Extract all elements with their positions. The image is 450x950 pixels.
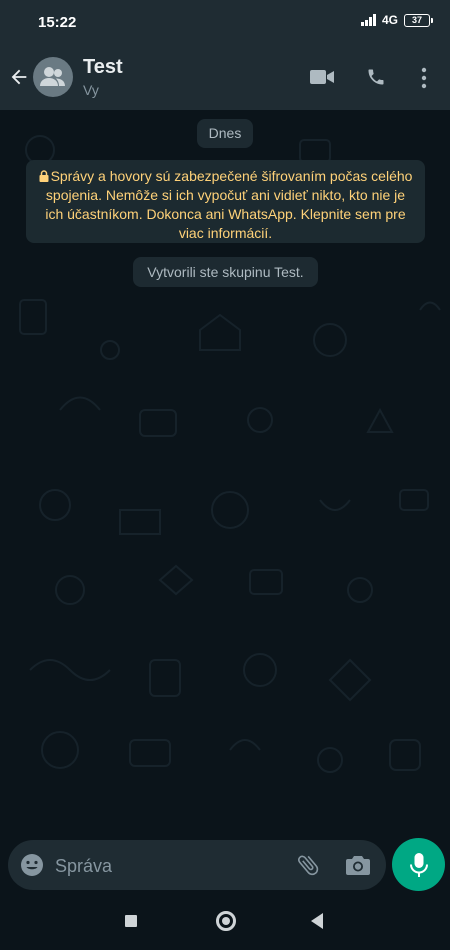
battery-level: 37	[411, 14, 422, 25]
status-indicators: 4G 37	[361, 13, 433, 27]
mic-icon	[410, 853, 428, 877]
chat-subtitle[interactable]: Vy	[83, 82, 99, 98]
system-navigation-bar	[0, 898, 450, 950]
battery-icon: 37	[404, 13, 433, 27]
group-avatar[interactable]	[33, 57, 73, 97]
status-time: 15:22	[38, 14, 77, 31]
lock-icon	[39, 170, 49, 182]
back-triangle-icon[interactable]	[311, 913, 323, 929]
date-separator: Dnes	[197, 119, 253, 148]
more-vertical-icon[interactable]	[419, 67, 429, 89]
chat-header: Test Vy	[0, 44, 450, 110]
message-composer	[8, 840, 386, 890]
signal-icon	[361, 14, 376, 26]
voice-message-button[interactable]	[392, 838, 445, 891]
home-icon[interactable]	[216, 911, 236, 931]
message-input[interactable]	[53, 850, 287, 882]
emoji-icon[interactable]	[20, 853, 44, 877]
status-bar: 15:22 4G 37	[0, 0, 450, 44]
chat-title[interactable]: Test	[83, 56, 123, 79]
whatsapp-chat-screen: 15:22 4G 37 Test Vy Dnes Správy a hovory…	[0, 0, 450, 950]
network-type: 4G	[381, 13, 398, 27]
group-avatar-icon	[40, 67, 65, 86]
attach-icon[interactable]	[295, 852, 321, 878]
system-message: Vytvorili ste skupinu Test.	[133, 257, 318, 287]
recent-apps-icon[interactable]	[125, 915, 137, 927]
video-call-icon[interactable]	[310, 68, 334, 86]
encryption-notice-text: Správy a hovory sú zabezpečené šifrovaní…	[45, 168, 413, 241]
camera-icon[interactable]	[345, 853, 371, 877]
arrow-left-icon[interactable]	[8, 66, 30, 88]
encryption-notice[interactable]: Správy a hovory sú zabezpečené šifrovaní…	[26, 160, 425, 243]
phone-call-icon[interactable]	[366, 67, 386, 87]
chat-area[interactable]: Dnes Správy a hovory sú zabezpečené šifr…	[0, 110, 450, 835]
